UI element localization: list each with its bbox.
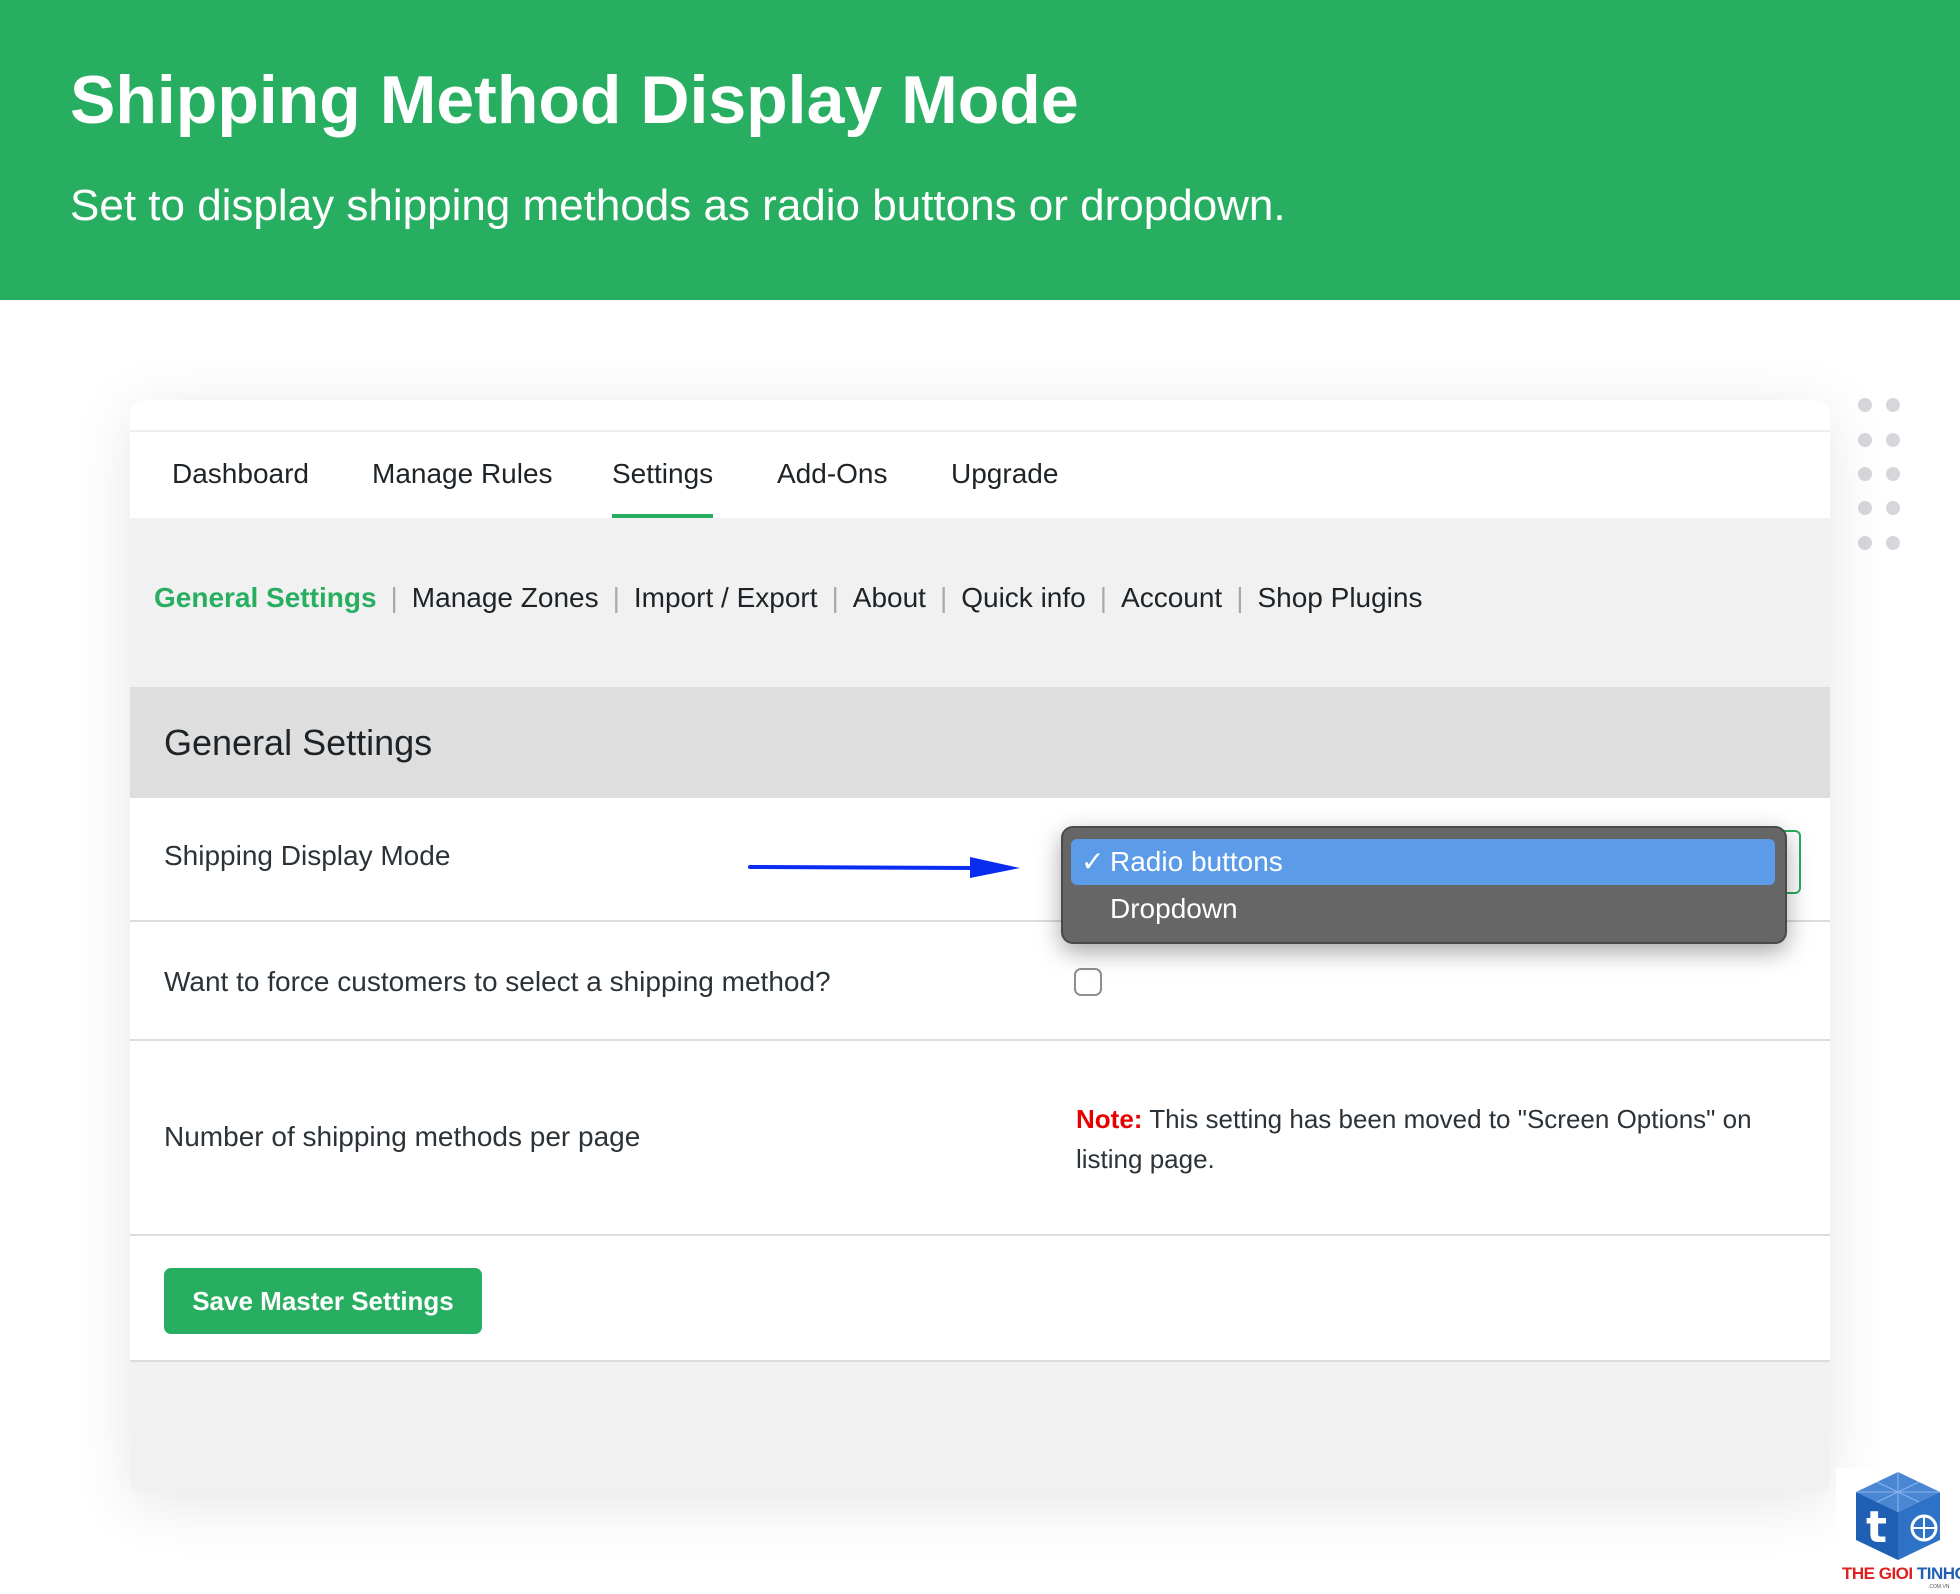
panel-top-bar [130, 400, 1830, 432]
subnav-separator: | [1099, 582, 1108, 613]
checkmark-icon: ✓ [1081, 846, 1105, 877]
header-banner: Shipping Method Display Mode Set to disp… [0, 0, 1960, 300]
subnav-separator: | [831, 582, 839, 613]
subnav-account[interactable]: Account [1121, 582, 1222, 613]
option-label: Radio buttons [1110, 846, 1283, 877]
banner-subtitle: Set to display shipping methods as radio… [70, 181, 1286, 230]
annotation-arrow-icon [748, 857, 1020, 878]
decorative-dots [1858, 398, 1908, 558]
force-select-label: Want to force customers to select a ship… [164, 966, 831, 997]
section-title: General Settings [164, 722, 433, 763]
subnav-separator: | [1236, 582, 1244, 613]
subnav-about[interactable]: About [853, 582, 926, 613]
dropdown-option-radio-buttons[interactable]: ✓ Radio buttons [1071, 839, 1775, 885]
tab-dashboard[interactable]: Dashboard [172, 432, 309, 518]
subnav-separator: | [612, 582, 620, 613]
save-master-settings-button[interactable]: Save Master Settings [164, 1268, 482, 1334]
dropdown-option-dropdown[interactable]: Dropdown [1071, 886, 1775, 932]
note-text: This setting has been moved to "Screen O… [1076, 1104, 1752, 1174]
subnav-general-settings[interactable]: General Settings [154, 582, 377, 613]
display-mode-label: Shipping Display Mode [164, 840, 451, 871]
tab-settings[interactable]: Settings [612, 432, 714, 518]
save-row: Save Master Settings [130, 1236, 1830, 1362]
cube-logo-icon [1856, 1472, 1940, 1560]
logo-glyph: t [1866, 1502, 1888, 1553]
subnav-quick-info[interactable]: Quick info [961, 582, 1086, 613]
banner-title: Shipping Method Display Mode [70, 62, 1079, 138]
watermark-logo: t THE GIOI TINHOC .COM.VN [1836, 1468, 1960, 1594]
tab-upgrade[interactable]: Upgrade [951, 432, 1058, 518]
setting-row-per-page: Number of shipping methods per page Note… [130, 1041, 1830, 1236]
tab-add-ons[interactable]: Add-Ons [777, 432, 888, 518]
settings-subnav: General Settings | Manage Zones | Import / E… [154, 576, 1422, 620]
force-select-checkbox[interactable] [1074, 968, 1102, 996]
subnav-separator: | [390, 582, 398, 613]
tab-manage-rules[interactable]: Manage Rules [372, 432, 553, 518]
logo-text: THE GIOI TINHOC [1842, 1564, 1960, 1583]
subnav-separator: | [939, 582, 948, 613]
section-header: General Settings [130, 687, 1830, 798]
subnav-import-export[interactable]: Import / Export [634, 582, 818, 613]
subnav-manage-zones[interactable]: Manage Zones [412, 582, 599, 613]
option-label: Dropdown [1110, 893, 1238, 924]
per-page-note: Note: This setting has been moved to "Sc… [1076, 1099, 1806, 1179]
note-label: Note: [1076, 1104, 1143, 1134]
subnav-shop-plugins[interactable]: Shop Plugins [1257, 582, 1422, 613]
per-page-label: Number of shipping methods per page [164, 1121, 641, 1152]
logo-subtext: .COM.VN [1928, 1584, 1950, 1590]
display-mode-dropdown-menu: ✓ Radio buttons Dropdown [1061, 826, 1787, 944]
settings-panel: Dashboard Manage Rules Settings Add-Ons … [130, 400, 1830, 1493]
main-nav-tabs: Dashboard Manage Rules Settings Add-Ons … [130, 432, 1830, 518]
